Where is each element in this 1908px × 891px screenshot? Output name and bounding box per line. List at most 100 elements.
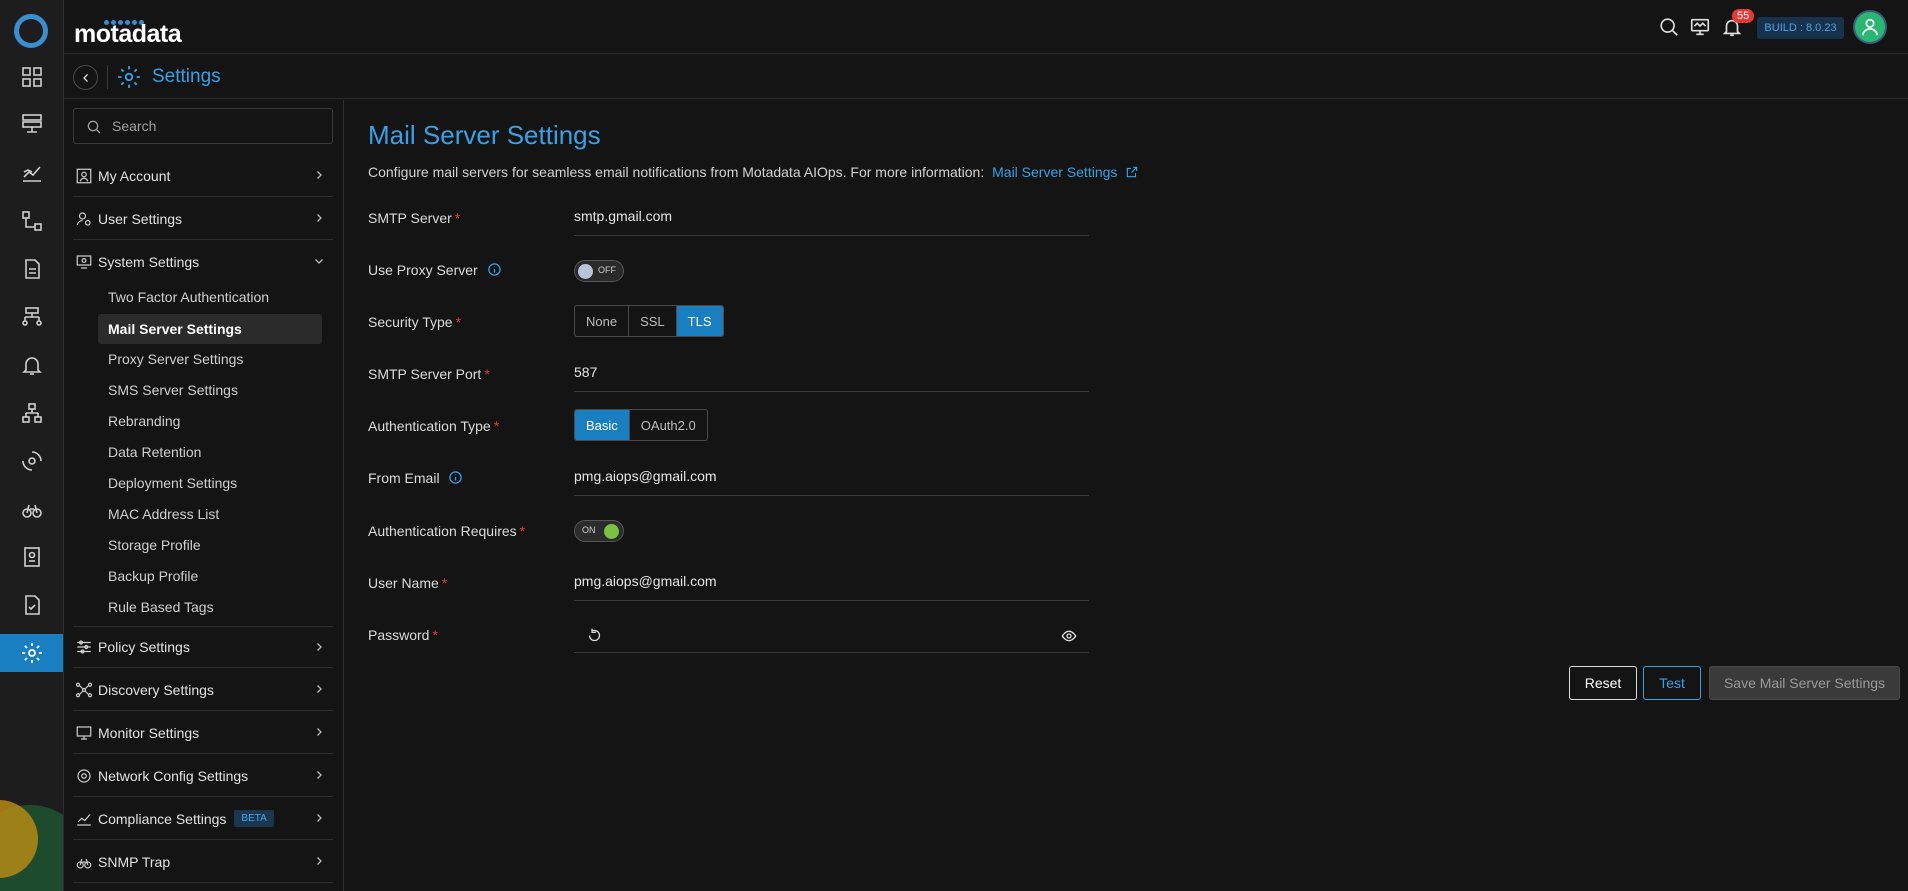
sidebar-item-storage-profile[interactable]: Storage Profile [98, 530, 322, 560]
sidebar-section-label: System Settings [98, 254, 200, 270]
user-settings-icon [74, 209, 94, 229]
use-proxy-toggle[interactable]: OFF [574, 260, 624, 282]
security-type-option-tls[interactable]: TLS [676, 306, 723, 336]
chevron-right-icon [317, 171, 322, 179]
from-email-field[interactable]: pmg.aiops@gmail.com [574, 460, 1089, 496]
sidebar-item-data-retention[interactable]: Data Retention [98, 437, 322, 467]
test-button[interactable]: Test [1643, 666, 1701, 700]
settings-sidebar: My Account User Settings System Settings… [64, 100, 344, 891]
network-config-icon [74, 766, 94, 786]
sidebar-section-network-config-settings[interactable]: Network Config Settings [73, 755, 333, 797]
dashboard-icon[interactable] [0, 58, 63, 96]
audit-icon[interactable] [0, 538, 63, 576]
system-settings-icon [74, 252, 94, 272]
automation-icon[interactable] [0, 442, 63, 480]
auth-type-selector: Basic OAuth2.0 [574, 409, 708, 441]
monitor-screen-icon[interactable] [1688, 15, 1712, 39]
auth-type-label: Authentication Type * [368, 418, 500, 434]
sidebar-item-sms-server-settings[interactable]: SMS Server Settings [98, 375, 322, 405]
top-bar: motadata [64, 0, 1908, 54]
search-icon[interactable] [1657, 15, 1681, 39]
from-email-label: From Email [368, 470, 463, 486]
smtp-port-value: 587 [574, 364, 598, 380]
show-password-icon[interactable] [1061, 628, 1077, 644]
security-type-label: Security Type * [368, 314, 462, 330]
reset-password-icon[interactable] [587, 628, 602, 643]
toggle-knob [578, 264, 593, 279]
build-version-badge: BUILD : 8.0.23 [1757, 17, 1844, 39]
sidebar-section-monitor-settings[interactable]: Monitor Settings [73, 712, 333, 754]
toggle-state: ON [582, 525, 596, 535]
chevron-right-icon [317, 685, 322, 693]
security-type-option-ssl[interactable]: SSL [629, 306, 677, 336]
alerts-bell-icon[interactable] [0, 346, 63, 384]
help-link[interactable]: Mail Server Settings [992, 164, 1117, 180]
auth-type-option-oauth2[interactable]: OAuth2.0 [630, 410, 707, 440]
chevron-right-icon [317, 814, 322, 822]
sidebar-item-mac-address-list[interactable]: MAC Address List [98, 499, 322, 529]
beta-badge: BETA [234, 810, 274, 827]
monitor-icon [74, 723, 94, 743]
search-icon [87, 120, 101, 134]
back-button[interactable] [73, 65, 98, 90]
sidebar-section-label: Policy Settings [98, 639, 190, 655]
settings-gear-icon[interactable] [0, 634, 63, 672]
flow-icon[interactable] [0, 298, 63, 336]
chevron-right-icon [317, 643, 322, 651]
app-logo-icon[interactable] [14, 14, 48, 48]
smtp-port-label: SMTP Server Port * [368, 366, 490, 382]
auth-type-option-basic[interactable]: Basic [575, 410, 630, 440]
sidebar-item-mail-server-settings[interactable]: Mail Server Settings [98, 314, 322, 344]
smtp-port-field[interactable]: 587 [574, 356, 1089, 392]
metrics-icon[interactable] [0, 154, 63, 192]
user-name-value: pmg.aiops@gmail.com [574, 573, 717, 589]
chevron-right-icon [317, 728, 322, 736]
reset-button[interactable]: Reset [1569, 666, 1637, 700]
sidebar-section-policy-settings[interactable]: Policy Settings [73, 626, 333, 668]
binoculars-icon[interactable] [0, 490, 63, 528]
sidebar-section-discovery-settings[interactable]: Discovery Settings [73, 669, 333, 711]
chevron-right-icon [317, 771, 322, 779]
notification-count-badge: 55 [1732, 9, 1755, 23]
user-avatar[interactable] [1853, 10, 1887, 44]
reports-icon[interactable] [0, 250, 63, 288]
sidebar-search [73, 108, 333, 144]
chevron-right-icon [317, 214, 322, 222]
sidebar-section-my-account[interactable]: My Account [73, 155, 333, 197]
settings-gear-icon [116, 64, 142, 95]
sidebar-section-user-settings[interactable]: User Settings [73, 198, 333, 240]
topology-icon[interactable] [0, 202, 63, 240]
sidebar-item-proxy-server-settings[interactable]: Proxy Server Settings [98, 344, 322, 374]
sidebar-item-deployment-settings[interactable]: Deployment Settings [98, 468, 322, 498]
info-icon[interactable] [487, 262, 502, 277]
hierarchy-icon[interactable] [0, 394, 63, 432]
sidebar-section-snmp-trap[interactable]: SNMP Trap [73, 841, 333, 883]
save-mail-server-settings-button[interactable]: Save Mail Server Settings [1709, 666, 1900, 700]
sidebar-item-rule-based-tags[interactable]: Rule Based Tags [98, 592, 322, 622]
external-link-icon[interactable] [1125, 165, 1139, 179]
smtp-server-label: SMTP Server * [368, 210, 461, 226]
inventory-icon[interactable] [0, 105, 63, 143]
sidebar-section-label: Monitor Settings [98, 724, 200, 741]
page-description: Configure mail servers for seamless emai… [368, 164, 1139, 180]
sidebar-section-label: User Settings [98, 210, 183, 227]
password-field[interactable] [574, 617, 1089, 653]
sidebar-section-system-settings[interactable]: System Settings [73, 241, 333, 283]
user-name-label: User Name * [368, 575, 448, 591]
sidebar-item-backup-profile[interactable]: Backup Profile [98, 561, 322, 591]
mail-server-settings-panel: Mail Server Settings Configure mail serv… [345, 100, 1908, 891]
info-icon[interactable] [448, 470, 463, 485]
chevron-right-icon [317, 857, 322, 865]
smtp-server-field[interactable]: smtp.gmail.com [574, 200, 1089, 236]
user-name-field[interactable]: pmg.aiops@gmail.com [574, 565, 1089, 601]
auth-requires-toggle[interactable]: ON [574, 520, 624, 542]
toggle-state: OFF [598, 265, 616, 275]
search-input[interactable] [112, 109, 322, 143]
smtp-server-value: smtp.gmail.com [574, 208, 673, 224]
compliance-check-icon[interactable] [0, 586, 63, 624]
security-type-option-none[interactable]: None [575, 306, 630, 336]
sidebar-item-rebranding[interactable]: Rebranding [98, 406, 322, 436]
divider [107, 65, 108, 89]
sidebar-section-compliance-settings[interactable]: Compliance Settings BETA [73, 798, 333, 840]
sidebar-item-two-factor-authentication[interactable]: Two Factor Authentication [98, 282, 322, 312]
